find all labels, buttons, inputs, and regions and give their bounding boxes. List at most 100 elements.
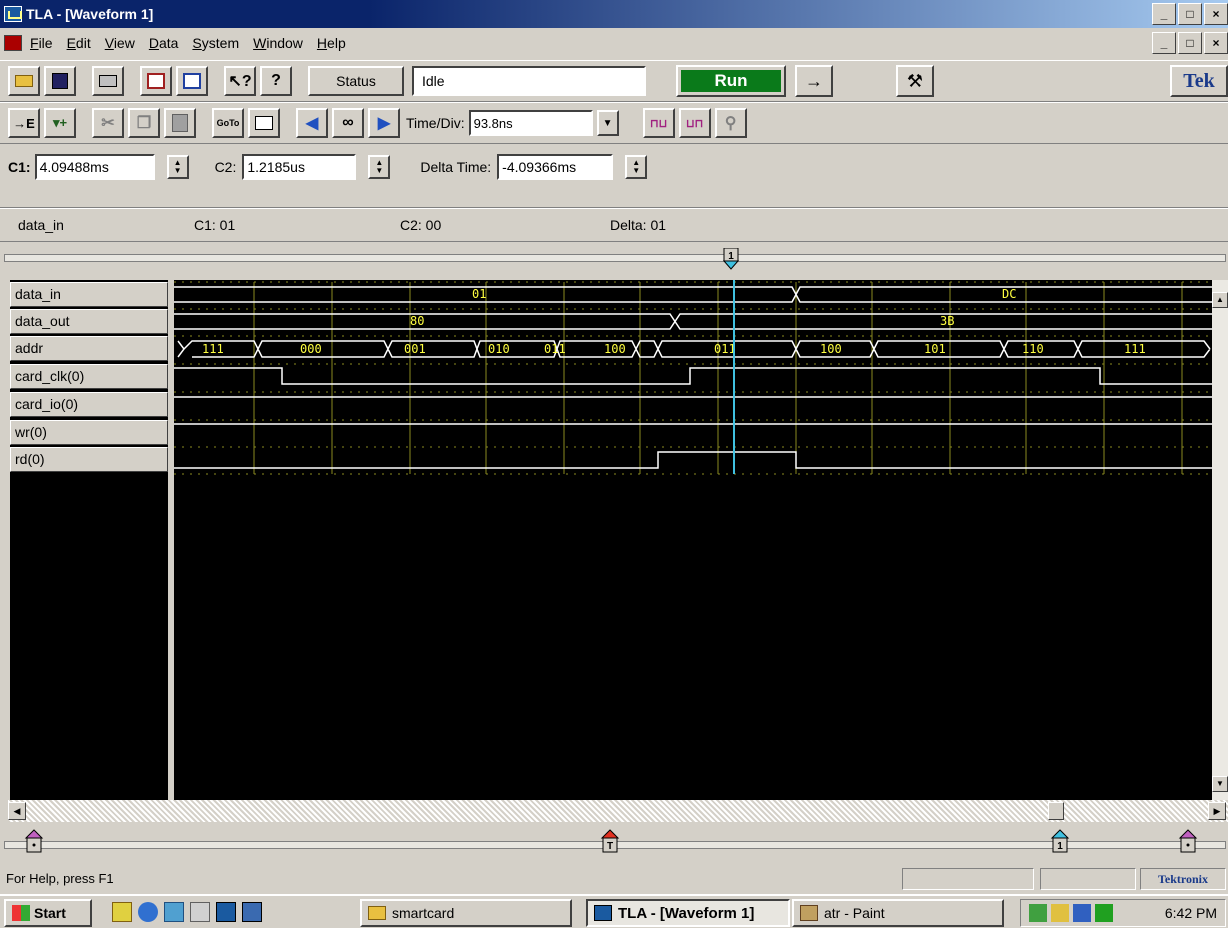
status-panel-1 xyxy=(902,868,1034,890)
volume-icon[interactable] xyxy=(1051,904,1069,922)
minimize-button[interactable]: _ xyxy=(1152,3,1176,25)
signal-label-rd[interactable]: rd(0) xyxy=(10,447,168,472)
internet-explorer-icon[interactable] xyxy=(138,902,158,922)
paste-button[interactable] xyxy=(164,108,196,138)
timediv-label: Time/Div: xyxy=(406,115,465,131)
scroll-down-button[interactable]: ▼ xyxy=(1212,776,1228,792)
zoom-out-time-button[interactable]: ⊔⊓ xyxy=(678,108,711,138)
network-icon[interactable] xyxy=(1029,904,1047,922)
c1-spinner[interactable]: ▲ ▼ xyxy=(166,155,189,179)
svg-text:T: T xyxy=(607,841,613,852)
help-button[interactable]: ? xyxy=(260,66,292,96)
goto-button[interactable]: GoTo xyxy=(212,108,244,138)
context-help-button[interactable]: ↖? xyxy=(224,66,256,96)
marker-bar[interactable]: T 1 xyxy=(0,826,1228,860)
menu-help[interactable]: Help xyxy=(317,35,346,51)
delta-time-input[interactable]: -4.09366ms xyxy=(497,154,614,180)
tla-quicklaunch-icon[interactable] xyxy=(216,902,236,922)
paint-icon xyxy=(800,905,818,921)
cursor-1-marker[interactable]: 1 xyxy=(722,248,742,270)
folder-icon xyxy=(368,906,386,920)
add-waveform-button[interactable]: →E xyxy=(8,108,40,138)
cursor-1-overview-marker[interactable]: 1 xyxy=(1050,828,1070,858)
doc-close-button[interactable]: × xyxy=(1204,32,1228,54)
c1-input[interactable]: 4.09488ms xyxy=(34,154,155,180)
search-forward-button[interactable]: ▶ xyxy=(368,108,400,138)
properties-button[interactable] xyxy=(248,108,280,138)
menu-view[interactable]: View xyxy=(105,35,135,51)
time-overview-bar[interactable]: 1 xyxy=(0,248,1228,270)
status-button[interactable]: Status xyxy=(308,66,404,96)
search-icon[interactable] xyxy=(190,902,210,922)
waveform-display[interactable]: 01 DC 80 3B 111 000 001 010 011 100 011 … xyxy=(168,280,1212,800)
menu-file[interactable]: File xyxy=(30,35,53,51)
print-button[interactable] xyxy=(92,66,124,96)
next-arrow-button[interactable]: → xyxy=(795,65,833,97)
menu-edit[interactable]: Edit xyxy=(67,35,91,51)
vertical-scrollbar[interactable]: ▲ ▼ xyxy=(1212,280,1228,800)
magnify-button[interactable]: ⚲ xyxy=(714,108,747,138)
waveform-toolbar: →E ▾+ ✂ ❐ GoTo ◀ ∞ ▶ Time/Div: 93.8ns ▼ … xyxy=(0,102,1228,144)
timediv-dropdown-button[interactable]: ▼ xyxy=(596,110,619,136)
scroll-left-button[interactable]: ◀ xyxy=(8,802,26,820)
cut-button[interactable]: ✂ xyxy=(92,108,124,138)
doc-restore-button[interactable]: □ xyxy=(1178,32,1202,54)
connection-icon[interactable] xyxy=(1095,904,1113,922)
menu-data[interactable]: Data xyxy=(149,35,179,51)
signal-label-addr[interactable]: addr xyxy=(10,336,168,361)
hammer-button[interactable]: ⚒ xyxy=(896,65,934,97)
app-quicklaunch-icon[interactable] xyxy=(242,902,262,922)
timediv-select[interactable]: 93.8ns xyxy=(468,110,593,136)
desktop-icon[interactable] xyxy=(112,902,132,922)
info-c2-value: C2: 00 xyxy=(400,217,442,233)
horizontal-scrollbar[interactable]: ◀ ▶ xyxy=(8,800,1228,822)
end-marker[interactable] xyxy=(1178,828,1198,858)
scroll-thumb[interactable] xyxy=(1048,802,1064,820)
addr-value: 111 xyxy=(1124,342,1146,356)
begin-marker[interactable] xyxy=(24,828,44,858)
signal-label-data-out[interactable]: data_out xyxy=(10,309,168,334)
menu-system[interactable]: System xyxy=(192,35,239,51)
signal-label-card-io[interactable]: card_io(0) xyxy=(10,392,168,417)
save-button[interactable] xyxy=(44,66,76,96)
run-button[interactable]: Run xyxy=(676,65,786,97)
add-probe-button[interactable]: ▾+ xyxy=(44,108,76,138)
tla-app-icon[interactable] xyxy=(4,6,22,22)
trigger-marker[interactable]: T xyxy=(600,828,620,858)
open-folder-button[interactable] xyxy=(8,66,40,96)
scroll-up-button[interactable]: ▲ xyxy=(1212,292,1228,308)
run-label: Run xyxy=(681,70,781,92)
title-bar[interactable]: TLA - [Waveform 1] _ □ × xyxy=(0,0,1228,28)
monitor-icon[interactable] xyxy=(1073,904,1091,922)
zoom-in-time-button[interactable]: ⊓⊔ xyxy=(642,108,675,138)
clock[interactable]: 6:42 PM xyxy=(1165,905,1217,921)
tla-task-icon xyxy=(594,905,612,921)
signal-label-wr[interactable]: wr(0) xyxy=(10,420,168,445)
maximize-button[interactable]: □ xyxy=(1178,3,1202,25)
search-back-button[interactable]: ◀ xyxy=(296,108,328,138)
start-button[interactable]: Start xyxy=(4,899,92,927)
c2-spinner[interactable]: ▲ ▼ xyxy=(368,155,391,179)
main-toolbar: ↖? ? Status Idle Run → ⚒ Tek xyxy=(0,60,1228,102)
doc-minimize-button[interactable]: _ xyxy=(1152,32,1176,54)
waveform-canvas[interactable]: 01 DC 80 3B 111 000 001 010 011 100 011 … xyxy=(174,280,1212,800)
signal-label-card-clk[interactable]: card_clk(0) xyxy=(10,364,168,389)
signal-label-data-in[interactable]: data_in xyxy=(10,282,168,307)
signal-info-bar: data_in C1: 01 C2: 00 Delta: 01 xyxy=(0,208,1228,242)
c2-input[interactable]: 1.2185us xyxy=(242,154,357,180)
delta-spinner[interactable]: ▲ ▼ xyxy=(625,155,648,179)
menu-window[interactable]: Window xyxy=(253,35,303,51)
svg-text:1: 1 xyxy=(728,251,734,262)
task-paint[interactable]: atr - Paint xyxy=(792,899,1004,927)
search-button[interactable]: ∞ xyxy=(332,108,364,138)
copy-button[interactable]: ❐ xyxy=(128,108,160,138)
task-smartcard[interactable]: smartcard xyxy=(360,899,572,927)
task-tla-waveform[interactable]: TLA - [Waveform 1] xyxy=(586,899,790,927)
outlook-icon[interactable] xyxy=(164,902,184,922)
scroll-right-button[interactable]: ▶ xyxy=(1208,802,1226,820)
trace-data-in xyxy=(174,286,1212,303)
close-button[interactable]: × xyxy=(1204,3,1228,25)
new-window-button[interactable] xyxy=(176,66,208,96)
document-icon[interactable] xyxy=(4,35,22,51)
system-window-button[interactable] xyxy=(140,66,172,96)
